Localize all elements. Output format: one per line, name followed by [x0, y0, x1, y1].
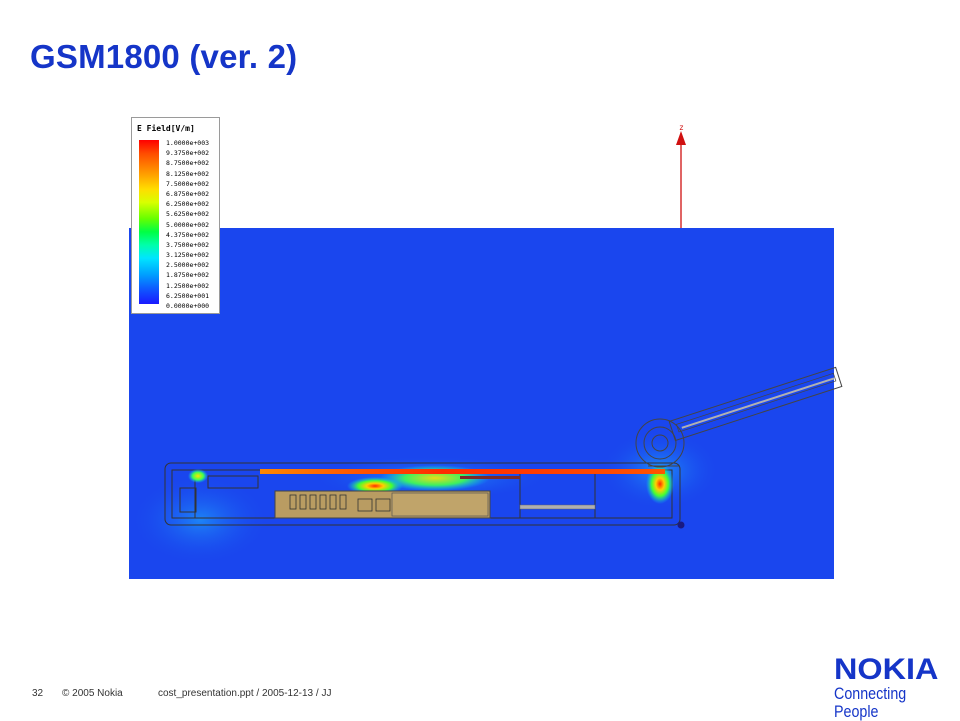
component	[460, 476, 520, 479]
legend-value: 4.3750e+002	[166, 230, 210, 239]
legend-labels: 1.0000e+003 9.3750e+002 8.7500e+002 8.12…	[166, 138, 209, 311]
legend-value: 3.1250e+002	[166, 251, 210, 260]
page-number: 32	[32, 688, 44, 699]
legend-value: 0.0000e+000	[166, 302, 210, 310]
simulation-image: z	[129, 123, 843, 579]
legend-value: 3.7500e+002	[166, 240, 210, 249]
legend-value: 7.5000e+002	[166, 179, 210, 188]
legend-value: 6.2500e+001	[166, 291, 210, 300]
z-axis-label: z	[679, 123, 684, 132]
legend-value: 1.0000e+003	[166, 139, 210, 147]
file-info: cost_presentation.ppt / 2005-12-13 / JJ	[158, 688, 332, 699]
field-hotspot	[188, 469, 208, 483]
legend-value: 8.1250e+002	[166, 169, 210, 178]
logo-tagline: Connecting People	[834, 684, 907, 721]
legend-title: E Field[V/m]	[137, 124, 195, 133]
field-strip	[260, 469, 665, 474]
legend-value: 2.5000e+002	[166, 261, 210, 270]
legend-value: 5.0000e+002	[166, 220, 210, 229]
z-axis-arrowhead	[676, 131, 686, 145]
legend-value: 5.6250e+002	[166, 210, 210, 219]
legend-value: 1.8750e+002	[166, 271, 210, 280]
feed-point	[677, 521, 685, 529]
logo-wordmark: NOKIA	[834, 653, 939, 686]
legend-value: 6.8750e+002	[166, 189, 210, 198]
color-legend: E Field[V/m] 1.0000e+003 9.3750e+002 8.7…	[131, 117, 220, 314]
copyright: © 2005 Nokia	[62, 688, 123, 699]
nokia-logo: NOKIA Connecting People	[834, 655, 960, 721]
legend-color-bar	[139, 140, 159, 304]
legend-value: 8.7500e+002	[166, 159, 210, 168]
legend-value: 1.2500e+002	[166, 281, 210, 290]
legend-value: 9.3750e+002	[166, 149, 210, 158]
legend-value: 6.2500e+002	[166, 200, 210, 209]
